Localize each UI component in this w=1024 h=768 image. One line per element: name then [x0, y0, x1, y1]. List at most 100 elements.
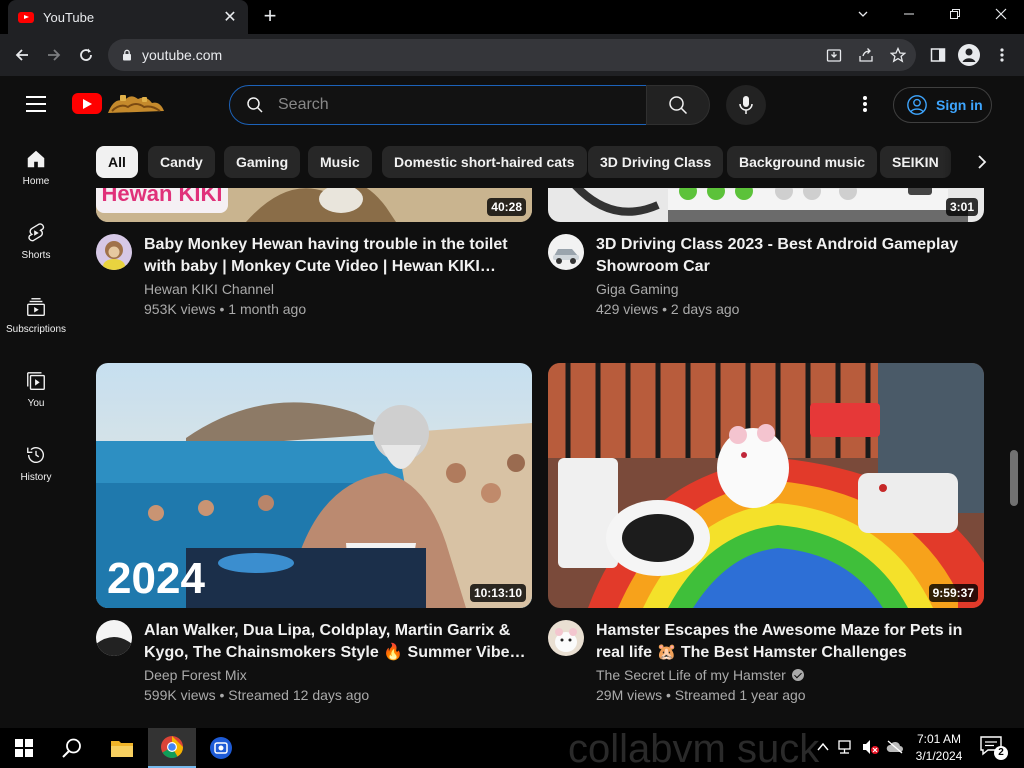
video-meta: Hamster Escapes the Awesome Maze for Pet…	[548, 608, 984, 718]
profile-avatar[interactable]	[958, 44, 980, 66]
guide-menu-button[interactable]	[26, 96, 46, 112]
tab-title: YouTube	[43, 9, 95, 25]
chip-candy[interactable]: Candy	[148, 146, 215, 178]
video-thumbnail[interactable]: 9:59:37	[548, 363, 984, 608]
tab-close-icon[interactable]: ✕	[222, 7, 238, 27]
address-bar[interactable]: youtube.com	[108, 39, 916, 71]
video-card[interactable]: 9:59:37 Hamster Escapes the Awesome Maze…	[548, 363, 984, 718]
search-icon	[669, 96, 688, 115]
hamburger-line	[26, 103, 46, 105]
settings-menu-button[interactable]	[855, 94, 875, 114]
channel-name-text: The Secret Life of my Hamster	[596, 667, 786, 683]
side-panel-button[interactable]	[926, 43, 950, 67]
chip-music[interactable]: Music	[308, 146, 372, 178]
taskbar-app[interactable]	[197, 728, 245, 768]
kebab-dot	[863, 96, 867, 100]
share-button[interactable]	[854, 43, 878, 67]
search-icon	[62, 738, 81, 758]
start-button[interactable]	[0, 728, 48, 768]
windows-logo-icon	[15, 739, 33, 757]
video-title[interactable]: Baby Monkey Hewan having trouble in the …	[144, 234, 528, 278]
show-hidden-icons-button[interactable]	[814, 738, 832, 756]
minimize-button[interactable]	[894, 4, 924, 26]
minimize-icon	[904, 13, 914, 15]
video-stats: 599K views • Streamed 12 days ago	[144, 687, 370, 703]
search-input[interactable]	[278, 96, 608, 114]
youtube-favicon-icon	[18, 11, 34, 23]
youtube-logo[interactable]	[72, 93, 102, 114]
doodle-logo-icon[interactable]	[106, 91, 166, 117]
forward-button[interactable]	[42, 43, 66, 67]
action-center-button[interactable]: 2	[980, 736, 1008, 760]
chip-gaming[interactable]: Gaming	[224, 146, 301, 178]
install-app-button[interactable]	[822, 43, 846, 67]
onedrive-icon-button[interactable]	[886, 738, 904, 756]
channel-name[interactable]: Hewan KIKI Channel	[144, 281, 274, 297]
close-window-button[interactable]	[986, 4, 1016, 26]
video-title[interactable]: Hamster Escapes the Awesome Maze for Pet…	[596, 620, 980, 664]
guide-item-home[interactable]: Home	[0, 132, 72, 206]
video-meta: Baby Monkey Hewan having trouble in the …	[96, 222, 532, 332]
video-card[interactable]: 3:01 3D Driving Class 2023 - Best Androi…	[548, 188, 984, 332]
search-button[interactable]	[646, 85, 710, 125]
search-icon	[247, 97, 263, 113]
video-title[interactable]: Alan Walker, Dua Lipa, Coldplay, Martin …	[144, 620, 528, 664]
guide-label: History	[20, 472, 52, 483]
guide-item-shorts[interactable]: Shorts	[0, 206, 72, 280]
chip-background-music[interactable]: Background music	[727, 146, 878, 178]
sign-in-button[interactable]: Sign in	[893, 87, 992, 123]
video-title[interactable]: 3D Driving Class 2023 - Best Android Gam…	[596, 234, 980, 278]
chip-seikin[interactable]: SEIKIN	[880, 146, 951, 178]
hamburger-line	[26, 96, 46, 98]
chip-scroll-next-button[interactable]	[968, 148, 996, 176]
close-icon	[995, 8, 1007, 20]
bookmark-button[interactable]	[886, 43, 910, 67]
chrome-menu-button[interactable]	[990, 43, 1014, 67]
channel-avatar[interactable]	[548, 234, 584, 270]
page-scrollbar[interactable]	[1010, 450, 1018, 506]
folder-icon	[111, 741, 133, 757]
volume-muted-icon	[863, 740, 879, 754]
reload-button[interactable]	[74, 43, 98, 67]
video-thumbnail[interactable]: 3:01	[548, 188, 984, 222]
network-icon-button[interactable]	[837, 738, 855, 756]
browser-tab[interactable]: YouTube ✕	[8, 0, 248, 34]
reload-icon	[80, 48, 92, 61]
voice-search-button[interactable]	[726, 85, 766, 125]
guide-label: Subscriptions	[5, 324, 67, 335]
channel-avatar[interactable]	[96, 234, 132, 270]
guide-item-subscriptions[interactable]: Subscriptions	[0, 280, 72, 354]
taskbar-search-button[interactable]	[48, 728, 96, 768]
channel-name[interactable]: Giga Gaming	[596, 281, 678, 297]
forward-arrow-icon	[48, 49, 61, 61]
chip-all[interactable]: All	[96, 146, 138, 178]
channel-name[interactable]: The Secret Life of my Hamster	[596, 667, 804, 683]
video-duration: 9:59:37	[928, 584, 978, 602]
volume-icon-button[interactable]	[862, 738, 880, 756]
new-tab-button[interactable]: +	[258, 4, 282, 28]
taskbar-file-explorer[interactable]	[98, 728, 146, 768]
search-box[interactable]	[229, 85, 647, 125]
channel-avatar[interactable]	[548, 620, 584, 656]
tab-search-button[interactable]	[848, 4, 878, 26]
chevron-down-icon	[858, 11, 868, 17]
chip-3d-driving-class[interactable]: 3D Driving Class	[588, 146, 724, 178]
channel-name[interactable]: Deep Forest Mix	[144, 667, 247, 683]
video-stats: 429 views • 2 days ago	[596, 301, 740, 317]
chip-domestic-short-haired-cats[interactable]: Domestic short-haired cats	[382, 146, 587, 178]
video-stats: 29M views • Streamed 1 year ago	[596, 687, 806, 703]
video-card[interactable]: Hewan KIKI 40:28 Baby Monkey Hewan havin…	[96, 188, 532, 332]
video-card[interactable]: 2024 10:13:10 Alan Walker, Dua Lipa, Col…	[96, 363, 532, 718]
guide-item-you[interactable]: You	[0, 354, 72, 428]
video-thumbnail[interactable]: 2024 10:13:10	[96, 363, 532, 608]
back-button[interactable]	[10, 43, 34, 67]
guide-item-history[interactable]: History	[0, 428, 72, 502]
channel-avatar[interactable]	[96, 620, 132, 656]
guide-label: Shorts	[21, 250, 51, 261]
thumbnail-text: Hewan KIKI	[101, 188, 222, 206]
restore-button[interactable]	[940, 4, 970, 26]
account-circle-icon	[907, 95, 927, 115]
taskbar-clock[interactable]: 7:01 AM 3/1/2024	[906, 731, 972, 765]
taskbar-chrome[interactable]	[148, 728, 196, 768]
video-thumbnail[interactable]: Hewan KIKI 40:28	[96, 188, 532, 222]
